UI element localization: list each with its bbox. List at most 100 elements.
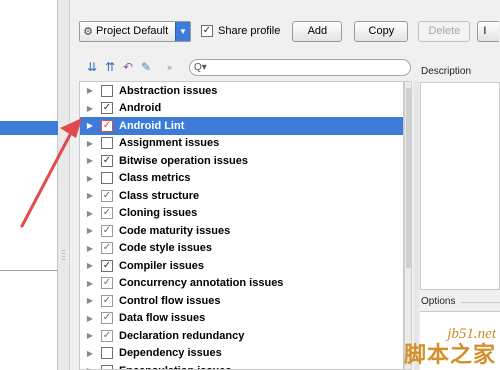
import-button-label: I [483,25,487,37]
inspection-checkbox[interactable] [101,242,113,255]
reset-icon[interactable]: ↶ [119,59,137,75]
inspection-label: Class metrics [119,172,191,185]
profile-dropdown[interactable]: ⚙ Project Default ▼ [79,20,191,42]
tree-row[interactable]: ▶ Class metrics [80,170,403,188]
expand-arrow-icon[interactable]: ▶ [83,174,97,183]
tree-scrollbar-thumb[interactable] [406,88,411,268]
watermark: jb51.net 脚本之家 [402,326,500,370]
expand-arrow-icon[interactable]: ▶ [83,104,97,113]
options-label: Options [421,296,456,307]
expand-arrow-icon[interactable]: ▶ [83,209,97,218]
options-separator [461,302,500,303]
expand-arrow-icon[interactable]: ▶ [83,121,97,130]
inspection-label: Compiler issues [119,259,204,272]
tree-row[interactable]: ▶ Code style issues [80,240,403,258]
inspection-label: Code maturity issues [119,224,231,237]
tree-row[interactable]: ▶ Class structure [80,187,403,205]
description-label: Description [421,66,472,77]
expand-arrow-icon[interactable]: ▶ [83,314,97,323]
inspection-checkbox[interactable] [101,84,113,97]
tree-row[interactable]: ▶ Concurrency annotation issues [80,275,403,293]
expand-arrow-icon[interactable]: ▶ [83,349,97,358]
inspection-checkbox[interactable] [101,102,113,115]
inspection-checkbox[interactable] [101,154,113,167]
expand-arrow-icon[interactable]: ▶ [83,244,97,253]
copy-button-label: Copy [368,25,395,37]
inspection-checkbox[interactable] [101,172,113,185]
tree-row[interactable]: ▶ Android Lint [80,117,403,135]
top-bar [71,0,500,8]
description-panel [420,82,500,290]
inspection-label: Data flow issues [119,312,206,325]
tree-row[interactable]: ▶ Dependency issues [80,345,403,363]
delete-button[interactable]: Delete [418,20,471,42]
left-panel-divider [0,270,58,271]
inspection-label: Abstraction issues [119,84,218,97]
tree-row[interactable]: ▶ Bitwise operation issues [80,152,403,170]
inspection-checkbox[interactable] [101,137,113,150]
share-profile-checkbox[interactable]: Share profile [201,25,280,37]
more-chevron-icon[interactable]: » [167,62,172,72]
left-panel [0,0,58,370]
inspection-checkbox[interactable] [101,347,113,360]
inspection-label: Dependency issues [119,347,222,360]
expand-arrow-icon[interactable]: ▶ [83,156,97,165]
inspection-label: Class structure [119,189,200,202]
inspection-checkbox[interactable] [101,364,113,369]
share-profile-check[interactable] [201,25,213,37]
copy-button[interactable]: Copy [354,20,409,42]
expand-arrow-icon[interactable]: ▶ [83,86,97,95]
splitter-grip[interactable] [62,250,65,262]
import-button[interactable]: I [477,20,500,42]
inspection-search-input[interactable]: Q▾ [189,59,411,76]
search-icon[interactable]: Q▾ [194,62,207,73]
tree-actions: ⇊ ⇈ ↶ ✎ » [83,59,172,75]
expand-arrow-icon[interactable]: ▶ [83,331,97,340]
inspection-label: Android [119,102,162,115]
expand-arrow-icon[interactable]: ▶ [83,366,97,369]
watermark-url: jb51.net [447,326,496,342]
inspection-label: Bitwise operation issues [119,154,248,167]
inspection-label: Cloning issues [119,207,198,220]
tree-row[interactable]: ▶ Control flow issues [80,292,403,310]
expand-arrow-icon[interactable]: ▶ [83,279,97,288]
gear-icon: ⚙ [83,25,93,38]
watermark-name: 脚本之家 [403,342,496,367]
expand-arrow-icon[interactable]: ▶ [83,296,97,305]
inspection-checkbox[interactable] [101,207,113,220]
tree-row[interactable]: ▶ Compiler issues [80,257,403,275]
inspection-label: Android Lint [119,119,185,132]
add-button-label: Add [307,25,328,37]
profile-toolbar: ⚙ Project Default ▼ Share profile Add Co… [79,20,500,42]
expand-all-icon[interactable]: ⇊ [83,59,101,75]
collapse-all-icon[interactable]: ⇈ [101,59,119,75]
inspection-checkbox[interactable] [101,259,113,272]
tree-row[interactable]: ▶ Code maturity issues [80,222,403,240]
inspection-checkbox[interactable] [101,224,113,237]
inspection-label: Encapsulation issues [119,365,231,369]
inspection-checkbox[interactable] [101,119,113,132]
clean-icon[interactable]: ✎ [137,59,155,75]
tree-row[interactable]: ▶ Abstraction issues [80,82,403,100]
expand-arrow-icon[interactable]: ▶ [83,261,97,270]
tree-row[interactable]: ▶ Encapsulation issues [80,362,403,369]
inspection-checkbox[interactable] [101,277,113,290]
inspection-label: Control flow issues [119,294,221,307]
expand-arrow-icon[interactable]: ▶ [83,226,97,235]
inspection-checkbox[interactable] [101,294,113,307]
splitter-left[interactable] [58,0,70,370]
tree-row[interactable]: ▶ Assignment issues [80,135,403,153]
expand-arrow-icon[interactable]: ▶ [83,191,97,200]
tree-row[interactable]: ▶ Android [80,100,403,118]
tree-row[interactable]: ▶ Cloning issues [80,205,403,223]
expand-arrow-icon[interactable]: ▶ [83,139,97,148]
tree-row[interactable]: ▶ Data flow issues [80,310,403,328]
inspection-checkbox[interactable] [101,189,113,202]
left-panel-selection[interactable] [0,121,58,135]
inspection-checkbox[interactable] [101,312,113,325]
inspection-label: Concurrency annotation issues [119,277,284,290]
inspection-checkbox[interactable] [101,329,113,342]
add-button[interactable]: Add [292,20,343,42]
chevron-down-icon[interactable]: ▼ [175,21,190,41]
tree-row[interactable]: ▶ Declaration redundancy [80,327,403,345]
